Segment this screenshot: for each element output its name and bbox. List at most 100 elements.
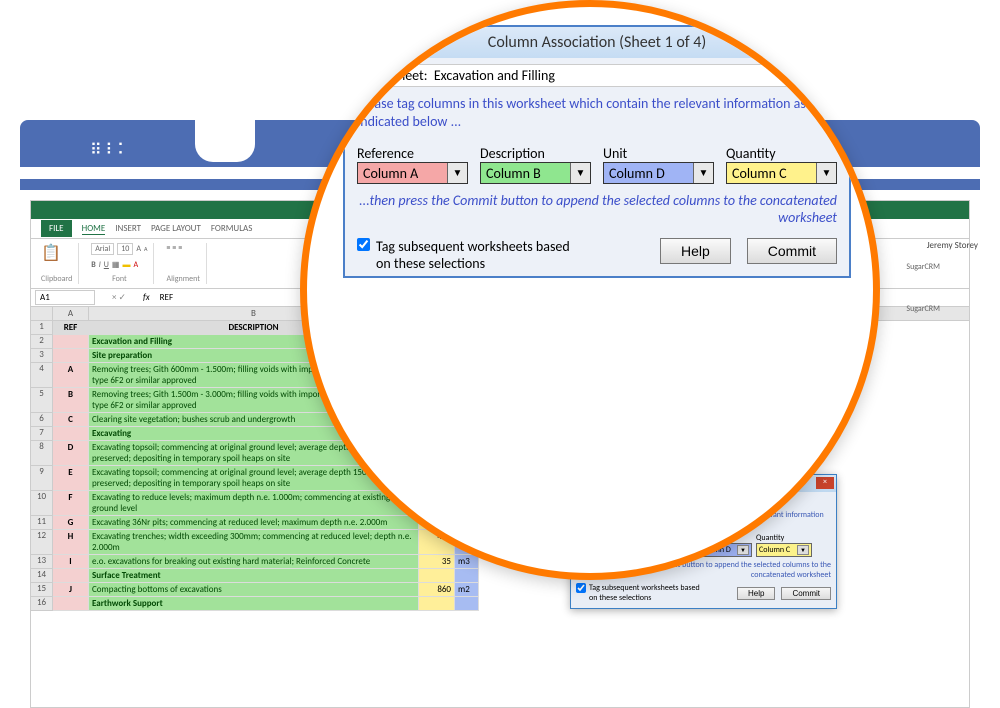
- cell-unit[interactable]: m2: [455, 583, 479, 597]
- dropdown-arrow-icon: ▼: [797, 545, 809, 555]
- cell-ref[interactable]: G: [53, 516, 89, 530]
- cell-desc[interactable]: e.o. excavations for breaking out existi…: [89, 555, 419, 569]
- cell-desc[interactable]: Excavating trenches; width exceeding 300…: [89, 530, 419, 555]
- font-color-icon[interactable]: A: [133, 260, 138, 270]
- row-header[interactable]: 1: [31, 321, 53, 335]
- column-association-dialog-zoomed: Column Association (Sheet 1 of 4) × Work…: [343, 25, 851, 278]
- cell-desc[interactable]: Surface Treatment: [89, 569, 419, 583]
- cell-unit[interactable]: [455, 597, 479, 611]
- font-size-select[interactable]: 10: [117, 243, 133, 255]
- fx-label: fx: [143, 292, 150, 303]
- cell-qty[interactable]: 860: [419, 583, 455, 597]
- row-header[interactable]: 11: [31, 516, 53, 530]
- formula-content[interactable]: REF: [154, 292, 173, 303]
- cell-desc[interactable]: Excavating 36Nr pits; commencing at redu…: [89, 516, 419, 530]
- row-header[interactable]: 7: [31, 427, 53, 441]
- row-header[interactable]: 14: [31, 569, 53, 583]
- commit-button[interactable]: Commit: [781, 587, 831, 600]
- cell-ref[interactable]: B: [53, 388, 89, 413]
- row-header[interactable]: 13: [31, 555, 53, 569]
- help-button[interactable]: Help: [737, 587, 775, 600]
- col-a-header[interactable]: A: [53, 307, 89, 320]
- reference-label: Reference: [357, 145, 468, 162]
- tab-pagelayout[interactable]: PAGE LAYOUT: [151, 223, 201, 234]
- cell-ref[interactable]: J: [53, 583, 89, 597]
- tab-formulas[interactable]: FORMULAS: [211, 223, 253, 234]
- help-button[interactable]: Help: [660, 238, 731, 264]
- font-grow-icon[interactable]: A: [136, 244, 141, 254]
- cell-ref[interactable]: H: [53, 530, 89, 555]
- brand-logo-dots: ⠿ ⠇⠅: [90, 140, 129, 160]
- cell-ref[interactable]: [53, 569, 89, 583]
- tab-home[interactable]: HOME: [82, 223, 106, 235]
- align-icon[interactable]: ≡: [178, 243, 182, 253]
- cell-desc[interactable]: Compacting bottoms of excavations: [89, 583, 419, 597]
- row-header[interactable]: 5: [31, 388, 53, 413]
- cell-ref[interactable]: F: [53, 491, 89, 516]
- close-button[interactable]: ×: [815, 31, 845, 53]
- font-name-select[interactable]: Arial: [91, 243, 114, 255]
- select-all-corner[interactable]: [31, 307, 53, 320]
- tab-insert[interactable]: INSERT: [115, 223, 141, 234]
- sugarcrm-label: SugarCRM: [906, 262, 940, 272]
- row-header[interactable]: 4: [31, 363, 53, 388]
- cell-ref[interactable]: [53, 335, 89, 349]
- dialog-title: Column Association (Sheet 1 of 4): [488, 33, 706, 52]
- user-name[interactable]: Jeremy Storey: [927, 240, 978, 251]
- cell-ref[interactable]: [53, 427, 89, 441]
- cell-ref[interactable]: A: [53, 363, 89, 388]
- commit-button[interactable]: Commit: [747, 238, 837, 264]
- cell-qty[interactable]: [419, 597, 455, 611]
- cell-qty[interactable]: [419, 569, 455, 583]
- bold-button[interactable]: B: [91, 260, 95, 270]
- quantity-select[interactable]: Column C▼: [726, 162, 837, 184]
- fill-color-icon[interactable]: ▬: [122, 260, 130, 270]
- cell-desc[interactable]: Excavating to reduce levels; maximum dep…: [89, 491, 419, 516]
- unit-label: Unit: [603, 145, 714, 162]
- cell-ref[interactable]: D: [53, 441, 89, 466]
- cell-unit[interactable]: m3: [455, 555, 479, 569]
- cell-ref[interactable]: [53, 349, 89, 363]
- row-header[interactable]: 9: [31, 466, 53, 491]
- tag-subsequent-checkbox[interactable]: [576, 583, 586, 593]
- cell-ref[interactable]: I: [53, 555, 89, 569]
- quantity-label: Quantity: [756, 533, 812, 543]
- row-header[interactable]: 16: [31, 597, 53, 611]
- dropdown-arrow-icon: ▼: [693, 163, 713, 183]
- tab-file[interactable]: FILE: [41, 220, 72, 237]
- instruction-text-2: ...then press the Commit button to appen…: [357, 192, 837, 226]
- quantity-select[interactable]: Column C▼: [756, 543, 812, 557]
- row-header[interactable]: 6: [31, 413, 53, 427]
- dialog-titlebar: Column Association (Sheet 1 of 4) ×: [345, 27, 849, 58]
- ribbon-font: Arial 10 A A B I U ▦ ▬ A Font: [85, 243, 154, 284]
- underline-button[interactable]: U: [104, 260, 109, 270]
- border-icon[interactable]: ▦: [112, 260, 120, 270]
- italic-button[interactable]: I: [99, 260, 101, 270]
- cell-desc[interactable]: Earthwork Support: [89, 597, 419, 611]
- cell-ref[interactable]: [53, 597, 89, 611]
- align-icon[interactable]: ≡: [172, 243, 176, 253]
- font-shrink-icon[interactable]: A: [144, 245, 147, 253]
- close-button[interactable]: ×: [816, 477, 834, 489]
- dropdown-arrow-icon: ▼: [570, 163, 590, 183]
- dropdown-arrow-icon: ▼: [816, 163, 836, 183]
- row-header[interactable]: 12: [31, 530, 53, 555]
- tag-subsequent-checkbox[interactable]: [357, 238, 370, 251]
- row-header[interactable]: 10: [31, 491, 53, 516]
- cell-unit[interactable]: [455, 569, 479, 583]
- cell-ref[interactable]: REF: [53, 321, 89, 335]
- cell-qty[interactable]: 35: [419, 555, 455, 569]
- fx-cancel-icon[interactable]: × ✓: [99, 292, 139, 303]
- unit-select[interactable]: Column D▼: [603, 162, 714, 184]
- paste-icon[interactable]: 📋: [41, 243, 72, 263]
- row-header[interactable]: 3: [31, 349, 53, 363]
- row-header[interactable]: 2: [31, 335, 53, 349]
- name-box[interactable]: A1: [35, 290, 95, 305]
- cell-ref[interactable]: E: [53, 466, 89, 491]
- reference-select[interactable]: Column A▼: [357, 162, 468, 184]
- row-header[interactable]: 8: [31, 441, 53, 466]
- description-select[interactable]: Column B▼: [480, 162, 591, 184]
- row-header[interactable]: 15: [31, 583, 53, 597]
- cell-ref[interactable]: C: [53, 413, 89, 427]
- align-icon[interactable]: ≡: [166, 243, 170, 253]
